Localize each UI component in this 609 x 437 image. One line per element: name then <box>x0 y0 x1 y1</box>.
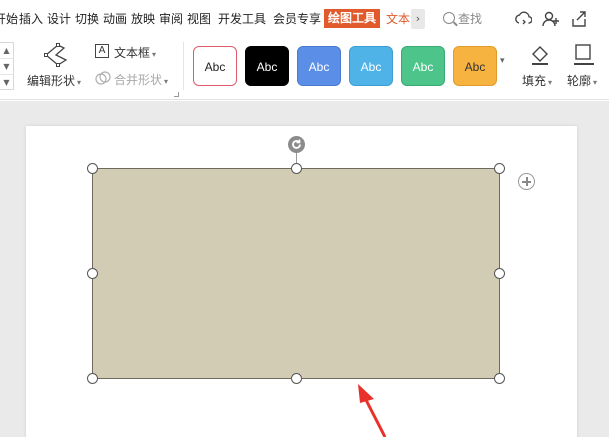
resize-handle-top-left[interactable] <box>87 163 98 174</box>
edit-shape-icon <box>44 43 68 67</box>
group-launcher[interactable] <box>174 92 179 97</box>
shape-style-gallery: Abc Abc Abc Abc Abc Abc <box>187 40 503 92</box>
add-user-icon[interactable] <box>542 10 560 28</box>
add-element-button[interactable] <box>518 173 535 190</box>
tab-review[interactable]: 审阅 <box>159 10 183 28</box>
fill-label: 填充 ▾ <box>522 74 553 88</box>
merge-shape-icon <box>95 71 111 85</box>
resize-handle-top[interactable] <box>291 163 302 174</box>
spin-up-button[interactable]: ▲ <box>0 43 13 59</box>
tab-developer[interactable]: 开发工具 <box>218 10 266 28</box>
size-spinner[interactable]: ▲ ▼ ▼ <box>0 42 14 90</box>
shape-outline-icon <box>574 44 594 65</box>
paint-bucket-icon <box>532 46 548 65</box>
textbox-icon: A <box>95 44 109 58</box>
style-swatch-blue[interactable]: Abc <box>297 46 341 86</box>
outline-label: 轮廓 ▾ <box>567 74 598 88</box>
more-tabs-button[interactable]: › <box>411 9 425 29</box>
style-swatch-black[interactable]: Abc <box>245 46 289 86</box>
tab-view[interactable]: 视图 <box>187 10 211 28</box>
tab-transition[interactable]: 切换 <box>75 10 99 28</box>
selected-rectangle-shape[interactable] <box>92 168 500 379</box>
merge-shape-label: 合并形状 ▾ <box>114 73 169 87</box>
search-box[interactable]: 查找 <box>443 10 482 28</box>
style-swatch-white[interactable]: Abc <box>193 46 237 86</box>
tab-drawing-tools[interactable]: 绘图工具 <box>324 9 381 28</box>
resize-handle-left[interactable] <box>87 268 98 279</box>
textbox-label: 文本框 ▾ <box>114 46 157 60</box>
style-swatch-orange[interactable]: Abc <box>453 46 497 86</box>
resize-handle-top-right[interactable] <box>494 163 505 174</box>
edit-shape-label: 编辑形状 ▾ <box>27 74 82 88</box>
spin-down-button-2[interactable]: ▼ <box>0 75 13 91</box>
tab-home[interactable]: 开始 <box>0 10 18 28</box>
cloud-sync-icon[interactable] <box>514 10 532 28</box>
resize-handle-bottom[interactable] <box>291 373 302 384</box>
tab-member[interactable]: 会员专享 <box>273 10 321 28</box>
tab-text[interactable]: 文本 <box>386 10 410 28</box>
gallery-more-button[interactable]: ▾ <box>500 56 505 66</box>
search-icon <box>443 12 455 24</box>
tab-insert[interactable]: 插入 <box>19 10 43 28</box>
tab-animation[interactable]: 动画 <box>103 10 127 28</box>
menu-bar: 开始 插入 设计 切换 动画 放映 审阅 视图 开发工具 会员专享 绘图工具 文… <box>0 0 609 36</box>
drawing-tools-ribbon: ▲ ▼ ▼ 编辑形状 ▾ A 文本框 ▾ 合并形状 ▾ Abc Abc Abc Abc… <box>0 36 609 100</box>
resize-handle-right[interactable] <box>494 268 505 279</box>
tab-design[interactable]: 设计 <box>47 10 71 28</box>
search-label: 查找 <box>458 12 483 26</box>
group-divider <box>183 42 184 90</box>
rotate-handle-icon[interactable] <box>287 135 306 154</box>
tab-slideshow[interactable]: 放映 <box>131 10 155 28</box>
style-swatch-green[interactable]: Abc <box>401 46 445 86</box>
share-icon[interactable] <box>570 10 588 28</box>
resize-handle-bottom-left[interactable] <box>87 373 98 384</box>
resize-handle-bottom-right[interactable] <box>494 373 505 384</box>
red-arrow-annotation-icon <box>358 384 387 437</box>
style-swatch-light-blue[interactable]: Abc <box>349 46 393 86</box>
spin-down-button[interactable]: ▼ <box>0 59 13 75</box>
